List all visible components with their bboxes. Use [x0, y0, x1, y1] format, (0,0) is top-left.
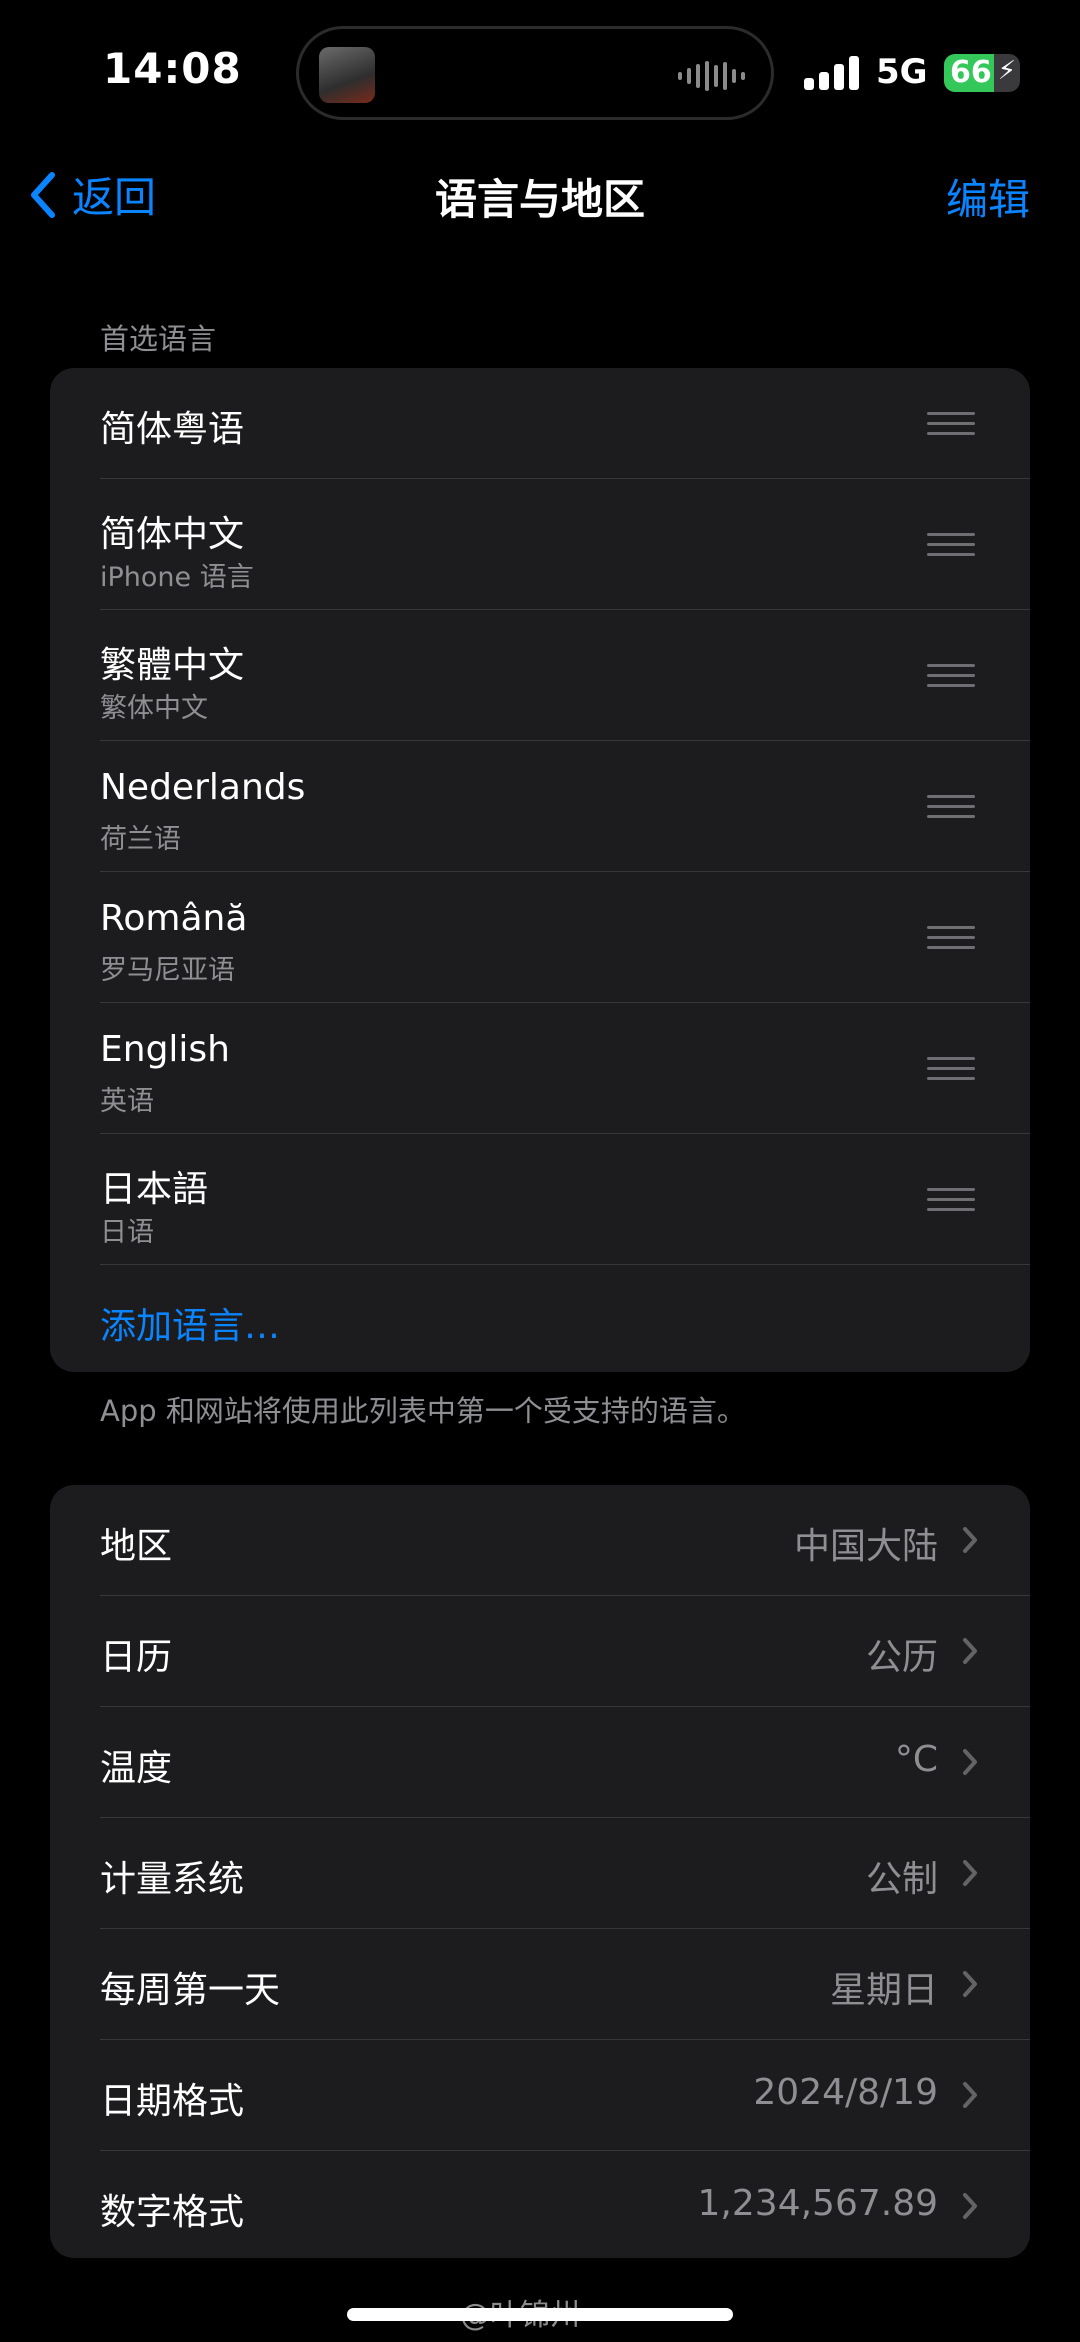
settings-label: 数字格式: [100, 2192, 245, 2233]
settings-value: 中国大陆: [793, 1526, 938, 1567]
language-title: 日本語: [100, 1169, 209, 1210]
language-row[interactable]: 日本語 日语: [50, 1134, 1030, 1265]
settings-label: 计量系统: [100, 1859, 245, 1900]
settings-row-measurement-system[interactable]: 计量系统 公制: [50, 1818, 1030, 1929]
settings-row-number-format[interactable]: 数字格式 1,234,567.89: [50, 2151, 1030, 2258]
languages-footnote: App 和网站将使用此列表中第一个受支持的语言。: [100, 1394, 746, 1428]
chevron-right-icon: [963, 2082, 977, 2108]
language-title: 简体中文: [100, 514, 245, 555]
chevron-right-icon: [963, 1860, 977, 1886]
settings-row-date-format[interactable]: 日期格式 2024/8/19: [50, 2040, 1030, 2151]
chevron-right-icon: [963, 1749, 977, 1775]
settings-label: 日历: [100, 1637, 173, 1678]
language-row[interactable]: Nederlands 荷兰语: [50, 741, 1030, 872]
language-title: English: [100, 1029, 230, 1070]
settings-value: 公历: [865, 1637, 938, 1678]
settings-value: 2024/8/19: [753, 2072, 938, 2113]
settings-value: 星期日: [829, 1970, 938, 2011]
chevron-right-icon: [963, 1638, 977, 1664]
home-indicator[interactable]: [347, 2308, 733, 2321]
language-subtitle: 繁体中文: [100, 693, 208, 724]
reorder-handle-icon[interactable]: [927, 412, 975, 436]
language-title: Română: [100, 898, 248, 939]
language-subtitle: 英语: [100, 1086, 154, 1117]
reorder-handle-icon[interactable]: [927, 795, 975, 819]
reorder-handle-icon[interactable]: [927, 664, 975, 688]
language-title: 繁體中文: [100, 645, 245, 686]
language-subtitle: 荷兰语: [100, 824, 181, 855]
reorder-handle-icon[interactable]: [927, 1188, 975, 1212]
add-language-row[interactable]: 添加语言…: [50, 1265, 1030, 1372]
cellular-signal-icon: [804, 54, 860, 90]
status-bar: 14:08 5G 66 ⚡: [0, 0, 1080, 150]
language-row[interactable]: Română 罗马尼亚语: [50, 872, 1030, 1003]
language-row[interactable]: 繁體中文 繁体中文: [50, 610, 1030, 741]
chevron-right-icon: [963, 1971, 977, 1997]
reorder-handle-icon[interactable]: [927, 1057, 975, 1081]
add-language-button[interactable]: 添加语言…: [100, 1297, 280, 1349]
now-playing-artwork: [319, 47, 375, 103]
settings-label: 日期格式: [100, 2081, 245, 2122]
network-type: 5G: [876, 52, 928, 92]
settings-value: °C: [894, 1739, 938, 1780]
region-settings-group: 地区 中国大陆 日历 公历 温度 °C 计量系统 公制 每周第一天 星期日 日期…: [50, 1485, 1030, 2258]
dynamic-island[interactable]: [296, 26, 774, 120]
settings-row-calendar[interactable]: 日历 公历: [50, 1596, 1030, 1707]
language-title: Nederlands: [100, 767, 306, 808]
chevron-right-icon: [963, 2193, 977, 2219]
settings-label: 每周第一天: [100, 1970, 281, 2011]
chevron-right-icon: [963, 1527, 977, 1553]
language-subtitle: iPhone 语言: [100, 562, 254, 593]
reorder-handle-icon[interactable]: [927, 533, 975, 557]
settings-row-first-day-of-week[interactable]: 每周第一天 星期日: [50, 1929, 1030, 2040]
reorder-handle-icon[interactable]: [927, 926, 975, 950]
battery-percent: 66: [950, 55, 992, 90]
language-row[interactable]: English 英语: [50, 1003, 1030, 1134]
page-title: 语言与地区: [434, 175, 645, 224]
language-row[interactable]: 简体粤语: [50, 368, 1030, 479]
language-subtitle: 日语: [100, 1217, 154, 1248]
status-time: 14:08: [103, 44, 242, 93]
settings-row-temperature[interactable]: 温度 °C: [50, 1707, 1030, 1818]
charging-bolt-icon: ⚡: [997, 56, 1016, 86]
settings-row-region[interactable]: 地区 中国大陆: [50, 1485, 1030, 1596]
settings-label: 温度: [100, 1748, 173, 1789]
language-title: 简体粤语: [100, 409, 245, 450]
battery-icon: 66 ⚡: [944, 54, 1020, 92]
settings-value: 公制: [865, 1859, 938, 1900]
preferred-languages-group: 简体粤语 简体中文 iPhone 语言 繁體中文 繁体中文 Nederlands…: [50, 368, 1030, 1372]
language-subtitle: 罗马尼亚语: [100, 955, 235, 986]
audio-waveform-icon: [678, 59, 745, 93]
edit-button[interactable]: 编辑: [946, 166, 1030, 227]
language-row[interactable]: 简体中文 iPhone 语言: [50, 479, 1030, 610]
section-header-preferred-languages: 首选语言: [100, 322, 217, 356]
settings-value: 1,234,567.89: [697, 2183, 938, 2224]
navigation-bar: 返回 语言与地区 编辑: [0, 150, 1080, 250]
settings-label: 地区: [100, 1526, 173, 1567]
